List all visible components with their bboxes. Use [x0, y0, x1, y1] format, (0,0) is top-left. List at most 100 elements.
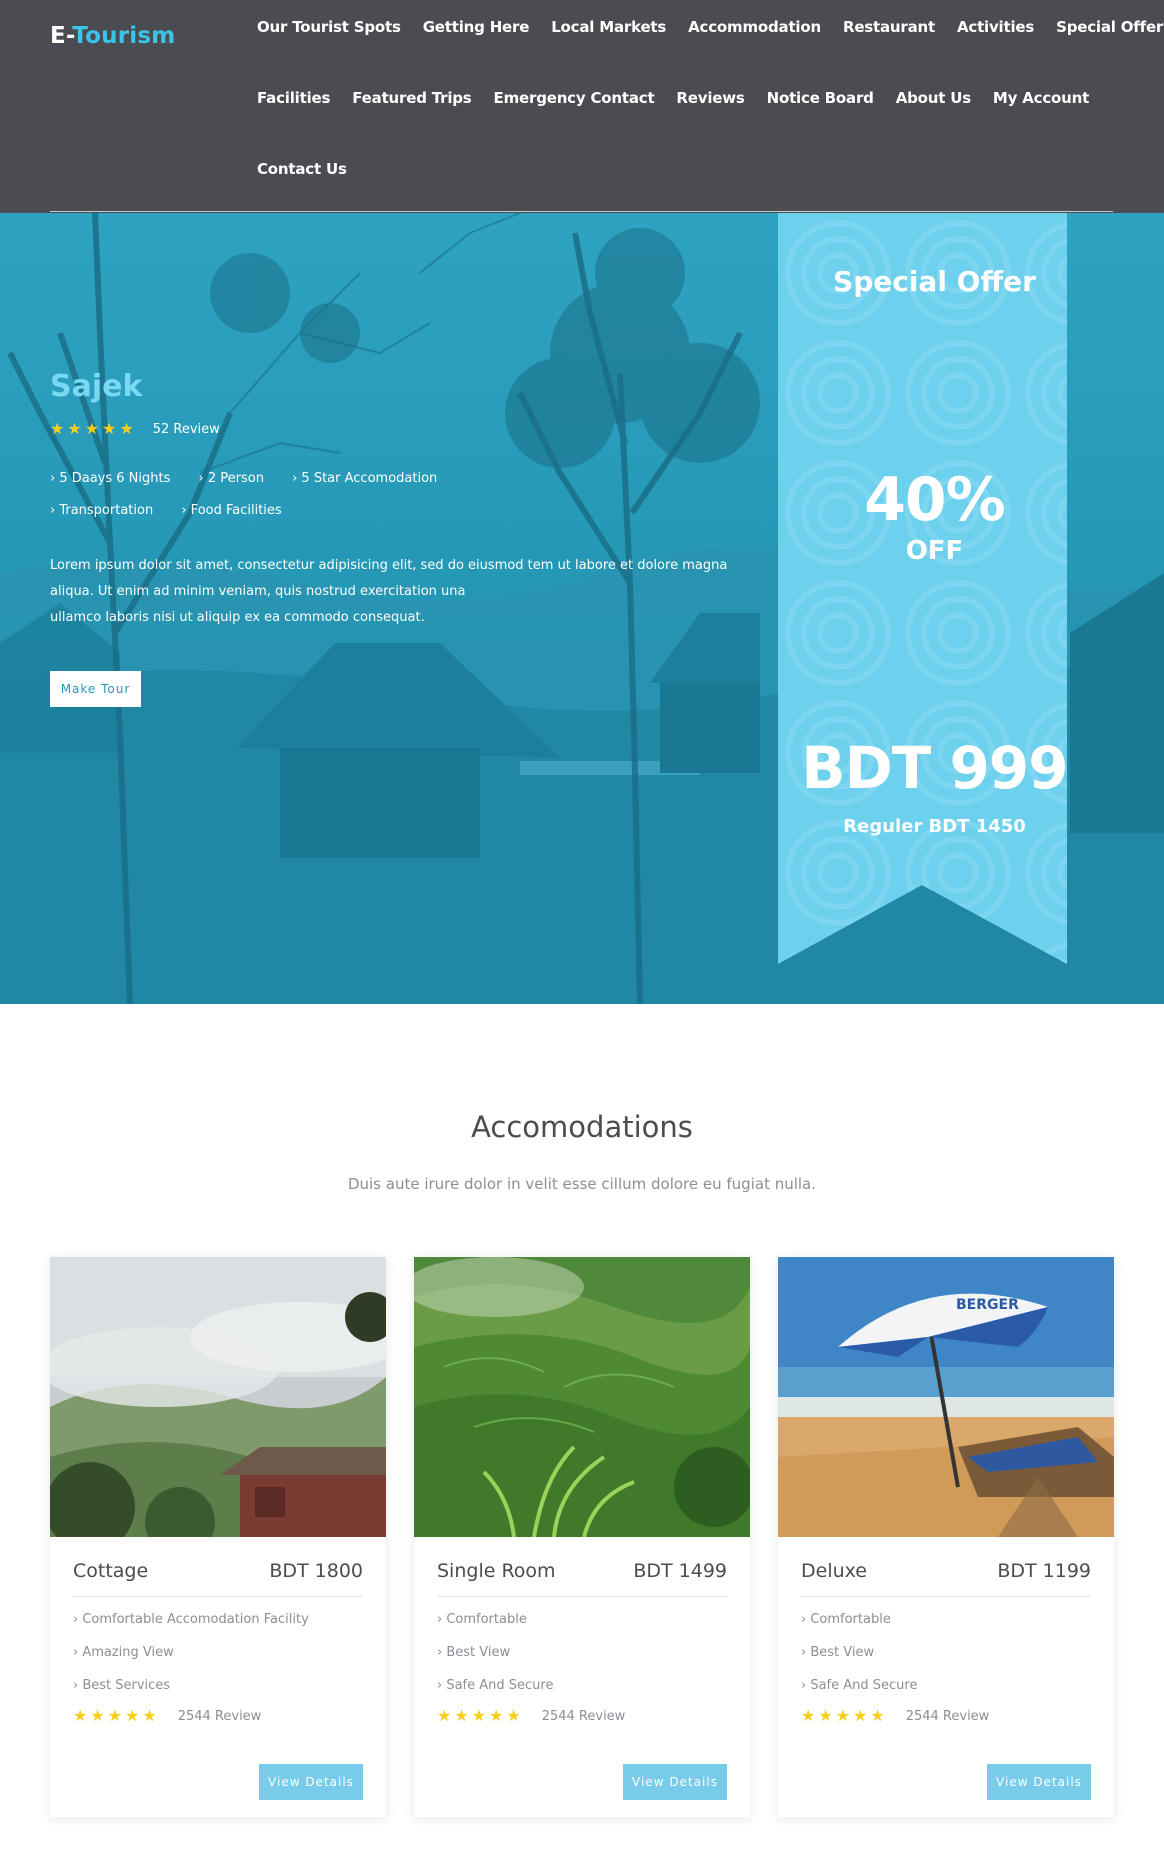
accommodation-card-deluxe: BERGER Deluxe BDT 1199 › Comfortable › B…: [778, 1257, 1114, 1817]
hero-description-line: aliqua. Ut enim ad minim veniam, quis no…: [50, 584, 466, 599]
accommodation-cards: Cottage BDT 1800 › Comfortable Accomodat…: [50, 1257, 1142, 1817]
accommodation-card-cottage: Cottage BDT 1800 › Comfortable Accomodat…: [50, 1257, 386, 1817]
star-icon: ★: [102, 419, 117, 438]
hero-feature-duration: › 5 Daays 6 Nights: [50, 471, 171, 486]
logo-part-1: E-: [50, 23, 73, 49]
card-body: Cottage BDT 1800 › Comfortable Accomodat…: [73, 1537, 363, 1724]
cottage-image: [50, 1257, 386, 1537]
nav-item-facilities[interactable]: Facilities: [257, 89, 330, 160]
card-features: › Comfortable › Best View › Safe And Sec…: [801, 1611, 1091, 1710]
nav-item-my-account[interactable]: My Account: [993, 89, 1089, 160]
nav-row-2: Facilities Featured Trips Emergency Cont…: [257, 89, 1117, 160]
offer-title: Special Offer: [833, 265, 1036, 298]
offer-price: BDT 999: [801, 734, 1068, 802]
star-icon: ★: [437, 1706, 452, 1725]
nav-item-special-offer[interactable]: Special Offer: [1056, 18, 1163, 89]
hero-description-line: Lorem ipsum dolor sit amet, consectetur …: [50, 558, 728, 573]
card-feature: › Amazing View: [73, 1645, 174, 1660]
card-header: Cottage BDT 1800: [73, 1557, 363, 1585]
view-details-button[interactable]: View Details: [987, 1764, 1091, 1800]
star-icon: ★: [454, 1706, 469, 1725]
hero-features: › 5 Daays 6 Nights › 2 Person › 5 Star A…: [50, 471, 470, 535]
hero-feature-persons: › 2 Person: [198, 471, 264, 486]
nav-item-reviews[interactable]: Reviews: [676, 89, 744, 160]
star-icon: ★: [853, 1706, 868, 1725]
card-rating: ★ ★ ★ ★ ★ 2544 Review: [801, 1708, 1091, 1724]
logo-part-2: Tourism: [72, 23, 176, 49]
star-icon: ★: [73, 1706, 88, 1725]
nav-row-1: Our Tourist Spots Getting Here Local Mar…: [257, 18, 1163, 89]
card-review-count: 2544 Review: [541, 1708, 626, 1724]
star-icon: ★: [801, 1706, 816, 1725]
card-price: BDT 1499: [633, 1560, 727, 1582]
view-details-button[interactable]: View Details: [259, 1764, 363, 1800]
card-header: Single Room BDT 1499: [437, 1557, 727, 1585]
header-divider: [50, 211, 1113, 212]
star-icon: ★: [125, 1706, 140, 1725]
card-stars: ★ ★ ★ ★ ★: [73, 1708, 160, 1724]
nav-item-activities[interactable]: Activities: [957, 18, 1034, 89]
offer-regular-price: Reguler BDT 1450: [843, 816, 1026, 837]
star-icon: ★: [506, 1706, 521, 1725]
nav-item-featured-trips[interactable]: Featured Trips: [352, 89, 472, 160]
offer-off-label: OFF: [905, 536, 964, 566]
star-icon: ★: [835, 1706, 851, 1725]
accommodations-subtitle: Duis aute irure dolor in velit esse cill…: [347, 1175, 817, 1193]
card-name: Cottage: [73, 1560, 149, 1582]
accommodation-card-single-room: Single Room BDT 1499 › Comfortable › Bes…: [414, 1257, 750, 1817]
nav-item-getting-here[interactable]: Getting Here: [423, 18, 530, 89]
star-icon: ★: [50, 419, 65, 438]
star-icon: ★: [870, 1706, 885, 1725]
special-offer-ribbon: Special Offer 40% OFF BDT 999 Reguler BD…: [778, 213, 1069, 964]
main-nav: Our Tourist Spots Getting Here Local Mar…: [257, 18, 1163, 231]
nav-item-tourist-spots[interactable]: Our Tourist Spots: [257, 18, 401, 89]
accommodations-title: Accomodations: [471, 1110, 693, 1144]
star-icon: ★: [489, 1706, 504, 1725]
nav-item-restaurant[interactable]: Restaurant: [843, 18, 935, 89]
card-body: Deluxe BDT 1199 › Comfortable › Best Vie…: [801, 1537, 1091, 1724]
card-feature: › Best View: [437, 1645, 511, 1660]
card-divider: [437, 1596, 727, 1597]
card-rating: ★ ★ ★ ★ ★ 2544 Review: [437, 1708, 727, 1724]
nav-item-notice-board[interactable]: Notice Board: [767, 89, 874, 160]
deluxe-image: BERGER: [778, 1257, 1114, 1537]
site-header: E-Tourism Our Tourist Spots Getting Here…: [0, 0, 1164, 213]
hero-feature-accommodation: › 5 Star Accomodation: [292, 471, 438, 486]
card-divider: [801, 1596, 1091, 1597]
hero-review-count: 52 Review: [152, 421, 220, 437]
card-feature: › Comfortable: [801, 1612, 891, 1627]
card-features: › Comfortable Accomodation Facility › Am…: [73, 1611, 363, 1710]
star-icon: ★: [67, 419, 82, 438]
card-body: Single Room BDT 1499 › Comfortable › Bes…: [437, 1537, 727, 1724]
card-rating: ★ ★ ★ ★ ★ 2544 Review: [73, 1708, 363, 1724]
card-feature: › Comfortable: [437, 1612, 527, 1627]
card-features: › Comfortable › Best View › Safe And Sec…: [437, 1611, 727, 1710]
card-stars: ★ ★ ★ ★ ★: [801, 1708, 888, 1724]
make-tour-button[interactable]: Make Tour: [50, 671, 141, 707]
card-name: Deluxe: [801, 1560, 867, 1582]
hero-feature-food: › Food Facilities: [181, 503, 282, 518]
card-stars: ★ ★ ★ ★ ★: [437, 1708, 524, 1724]
card-review-count: 2544 Review: [905, 1708, 990, 1724]
card-price: BDT 1800: [269, 1560, 363, 1582]
star-icon: ★: [84, 419, 100, 438]
ribbon-shape: [778, 213, 1067, 964]
view-details-button[interactable]: View Details: [623, 1764, 727, 1800]
star-icon: ★: [107, 1706, 123, 1725]
nav-item-about-us[interactable]: About Us: [896, 89, 971, 160]
star-icon: ★: [142, 1706, 157, 1725]
nav-item-accommodation[interactable]: Accommodation: [688, 18, 821, 89]
site-logo[interactable]: E-Tourism: [50, 23, 175, 49]
card-divider: [73, 1596, 363, 1597]
card-feature: › Comfortable Accomodation Facility: [73, 1612, 309, 1627]
umbrella-label: BERGER: [956, 1297, 1019, 1313]
nav-item-local-markets[interactable]: Local Markets: [551, 18, 666, 89]
star-icon: ★: [119, 419, 134, 438]
nav-item-emergency-contact[interactable]: Emergency Contact: [494, 89, 655, 160]
star-icon: ★: [471, 1706, 487, 1725]
card-header: Deluxe BDT 1199: [801, 1557, 1091, 1585]
hero-rating: ★ ★ ★ ★ ★ 52 Review: [50, 421, 220, 437]
hero-title: Sajek: [50, 369, 143, 404]
card-name: Single Room: [437, 1560, 556, 1582]
hero-feature-transportation: › Transportation: [50, 503, 154, 518]
